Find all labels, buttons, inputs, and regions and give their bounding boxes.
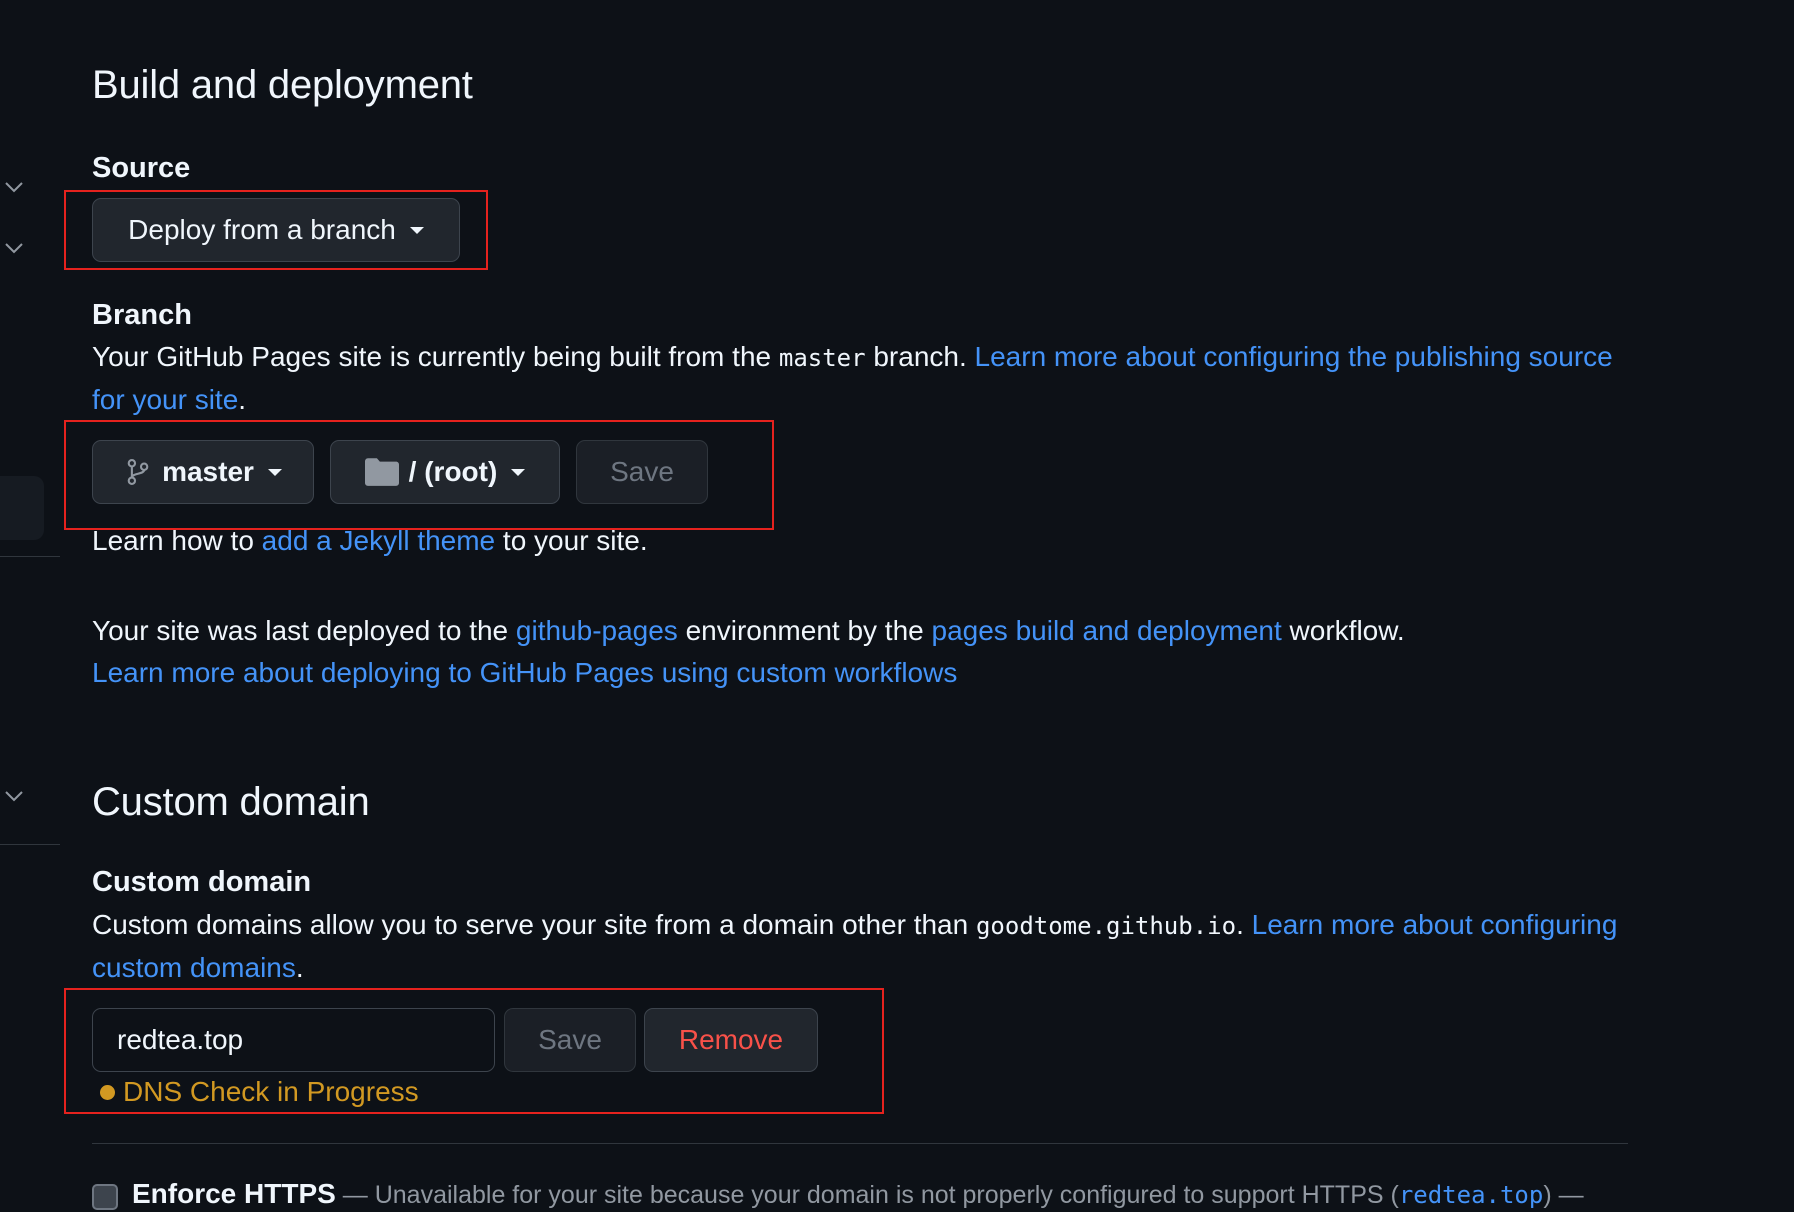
deploy-text: Your site was last deployed to the: [92, 615, 516, 646]
source-dropdown-label: Deploy from a branch: [128, 214, 396, 245]
deploy-info: Your site was last deployed to the githu…: [92, 610, 1652, 694]
folder-icon: [364, 458, 399, 486]
custom-workflows-link[interactable]: Learn more about deploying to GitHub Pag…: [92, 657, 957, 688]
custom-domain-input[interactable]: redtea.top: [92, 1008, 495, 1072]
sidebar-divider: [0, 844, 60, 845]
enforce-https-desc: — Unavailable for your site because your…: [335, 1181, 1399, 1209]
custom-domain-label: Custom domain: [92, 866, 312, 898]
branch-desc-text: branch.: [865, 341, 975, 372]
branch-save-button[interactable]: Save: [576, 440, 708, 504]
remove-domain-button[interactable]: Remove: [644, 1008, 818, 1072]
enforce-https-row: Enforce HTTPS — Unavailable for your sit…: [132, 1178, 1584, 1210]
sidebar-selected-item[interactable]: [0, 476, 44, 540]
jekyll-text-pre: Learn how to: [92, 525, 262, 556]
default-domain-code: goodtome.github.io: [975, 912, 1237, 940]
pages-settings: Build and deployment Source Deploy from …: [0, 0, 1794, 1212]
custom-domain-desc-text: .: [1236, 909, 1252, 940]
jekyll-theme-link[interactable]: add a Jekyll theme: [262, 525, 495, 556]
branch-label: Branch: [92, 299, 192, 331]
folder-select-button[interactable]: / (root): [330, 440, 560, 504]
source-label: Source: [92, 152, 191, 184]
enforce-https-desc: ) —: [1543, 1181, 1584, 1209]
branch-desc-text: .: [238, 384, 247, 415]
github-pages-env-link[interactable]: github-pages: [516, 615, 678, 646]
custom-domain-desc-text: Custom domains allow you to serve your s…: [92, 909, 976, 940]
chevron-down-icon[interactable]: [2, 175, 26, 199]
folder-select-label: / (root): [408, 456, 498, 487]
workflow-link[interactable]: pages build and deployment: [932, 615, 1282, 646]
dns-status-text: DNS Check in Progress: [123, 1076, 419, 1107]
branch-select-button[interactable]: master: [92, 440, 314, 504]
deploy-text: environment by the: [677, 615, 932, 646]
source-dropdown[interactable]: Deploy from a branch: [92, 198, 460, 262]
domain-save-button[interactable]: Save: [504, 1008, 636, 1072]
chevron-down-icon[interactable]: [2, 784, 26, 808]
caret-down-icon: [267, 468, 282, 476]
caret-down-icon: [511, 468, 526, 476]
custom-domain-desc-text: .: [295, 952, 304, 983]
section-divider: [92, 1143, 1628, 1144]
caret-down-icon: [409, 226, 424, 234]
sidebar-divider: [0, 556, 60, 557]
branch-name-code: master: [778, 344, 866, 372]
git-branch-icon: [127, 459, 149, 485]
branch-desc-text: Your GitHub Pages site is currently bein…: [92, 341, 779, 372]
deploy-text: workflow.: [1281, 615, 1405, 646]
enforce-https-label: Enforce HTTPS: [132, 1178, 336, 1209]
jekyll-text: Learn how to add a Jekyll theme to your …: [92, 520, 648, 562]
chevron-down-icon[interactable]: [2, 236, 26, 260]
section-heading-custom-domain: Custom domain: [92, 780, 370, 824]
section-heading-build: Build and deployment: [92, 63, 473, 107]
status-dot-icon: [100, 1084, 115, 1100]
enforce-https-checkbox[interactable]: [92, 1184, 118, 1210]
dns-check-status: DNS Check in Progress: [100, 1076, 419, 1108]
domain-code: redtea.top: [1398, 1181, 1544, 1209]
jekyll-text-post: to your site.: [495, 525, 648, 556]
custom-domain-description: Custom domains allow you to serve your s…: [92, 904, 1622, 989]
branch-select-label: master: [162, 456, 254, 487]
branch-description: Your GitHub Pages site is currently bein…: [92, 336, 1622, 421]
